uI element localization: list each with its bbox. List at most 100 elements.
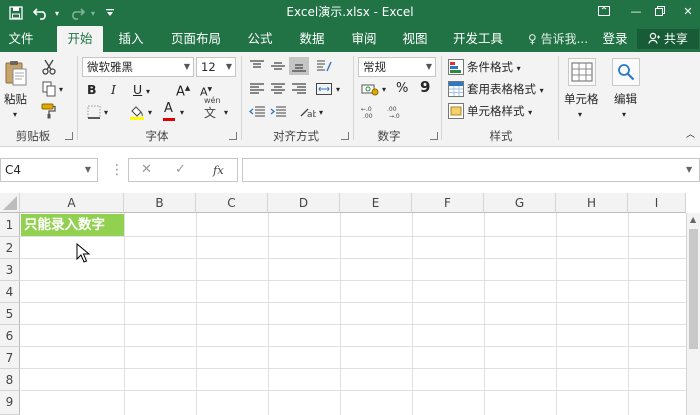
column-header-f[interactable]: F (412, 193, 484, 213)
comma-style-button[interactable]: 9 (420, 78, 430, 96)
row-header-3[interactable]: 3 (0, 259, 20, 281)
undo-dropdown-icon[interactable]: ▾ (52, 0, 62, 26)
conditional-format-button[interactable]: 条件格式 ▾ (467, 58, 521, 78)
column-header-c[interactable]: C (196, 193, 268, 213)
row-header-4[interactable]: 4 (0, 281, 20, 303)
save-icon[interactable] (6, 0, 26, 26)
accounting-dropdown-icon[interactable]: ▾ (382, 81, 386, 99)
font-dialog-launcher[interactable] (229, 132, 237, 140)
row-header-8[interactable]: 8 (0, 369, 20, 391)
formula-input[interactable] (242, 158, 700, 182)
decrease-indent-icon[interactable] (247, 103, 267, 121)
column-header-h[interactable]: H (556, 193, 628, 213)
column-header-g[interactable]: G (484, 193, 556, 213)
italic-button[interactable]: I (111, 81, 116, 99)
maximize-icon[interactable] (648, 0, 672, 22)
confirm-entry-button[interactable]: ✓ (175, 161, 186, 179)
cut-icon[interactable] (40, 58, 58, 76)
row-header-5[interactable]: 5 (0, 303, 20, 325)
expand-formula-bar-icon[interactable]: ▼ (686, 161, 692, 179)
align-right-icon[interactable] (289, 80, 309, 98)
grow-font-button[interactable]: A▲ (176, 79, 190, 101)
increase-indent-icon[interactable] (268, 103, 288, 121)
borders-icon[interactable] (86, 104, 102, 120)
align-bottom-icon[interactable] (289, 57, 309, 75)
redo-dropdown-icon[interactable]: ▾ (88, 0, 98, 26)
format-as-table-button[interactable]: 套用表格格式 ▾ (467, 80, 544, 100)
cell-a1[interactable]: 只能录入数字 (21, 214, 124, 236)
column-header-d[interactable]: D (268, 193, 340, 213)
paste-icon[interactable] (4, 58, 28, 88)
number-format-combo[interactable]: 常规 ▼ (358, 57, 436, 77)
cell-styles-icon[interactable] (447, 102, 465, 120)
align-left-icon[interactable] (247, 80, 267, 98)
column-header-b[interactable]: B (124, 193, 196, 213)
search-icon[interactable] (612, 58, 640, 86)
row-header-2[interactable]: 2 (0, 237, 20, 259)
alignment-dialog-launcher[interactable] (341, 132, 349, 140)
select-all-button[interactable] (0, 193, 20, 213)
accounting-format-icon[interactable] (360, 80, 380, 98)
cells-dropdown-icon[interactable]: ▾ (578, 106, 582, 124)
font-color-button[interactable]: A (164, 100, 173, 118)
underline-dropdown-icon[interactable]: ▾ (146, 83, 150, 101)
undo-icon[interactable] (30, 0, 52, 26)
underline-button[interactable]: U (133, 81, 142, 99)
font-name-combo[interactable]: 微软雅黑 ▼ (82, 57, 194, 77)
tab-insert[interactable]: 插入 (108, 26, 154, 52)
tab-formulas[interactable]: 公式 (238, 26, 282, 52)
tell-me-box[interactable]: ♀ 告诉我... (528, 26, 588, 52)
clipboard-dialog-launcher[interactable] (65, 132, 73, 140)
tab-data[interactable]: 数据 (290, 26, 334, 52)
redo-icon[interactable] (66, 0, 88, 26)
more-options-icon[interactable]: ⋮ (110, 161, 124, 179)
scrollbar-thumb[interactable] (689, 229, 698, 349)
phonetic-guide-button[interactable]: wén 文 (204, 96, 221, 120)
wrap-text-icon[interactable]: ab (298, 103, 318, 121)
font-size-combo[interactable]: 12 ▼ (196, 57, 236, 77)
column-header-e[interactable]: E (340, 193, 412, 213)
scroll-up-icon[interactable]: ▲ (690, 211, 696, 229)
ribbon-display-options-icon[interactable] (592, 0, 616, 22)
paste-dropdown-icon[interactable]: ▾ (13, 106, 17, 124)
cells-icon[interactable] (568, 58, 596, 86)
worksheet-grid[interactable]: A B C D E F G H I 1 2 3 4 5 6 7 8 9 只能录入… (0, 193, 700, 415)
row-header-7[interactable]: 7 (0, 347, 20, 369)
tab-review[interactable]: 审阅 (342, 26, 386, 52)
row-header-9[interactable]: 9 (0, 391, 20, 415)
vertical-scrollbar[interactable]: ▲ (686, 213, 700, 415)
align-top-icon[interactable] (247, 57, 267, 75)
align-middle-icon[interactable] (268, 57, 288, 75)
conditional-format-icon[interactable] (447, 58, 465, 76)
tab-file[interactable]: 文件 (0, 26, 42, 52)
merge-center-icon[interactable] (314, 80, 334, 98)
increase-decimal-icon[interactable]: ←.0.00 (360, 103, 382, 121)
tab-developer[interactable]: 开发工具 (446, 26, 510, 52)
fill-color-icon[interactable] (128, 103, 146, 121)
column-header-i[interactable]: I (628, 193, 686, 213)
name-box[interactable]: C4 ▼ (0, 158, 98, 182)
customize-toolbar-icon[interactable] (104, 0, 116, 26)
fill-color-dropdown-icon[interactable]: ▾ (148, 104, 152, 122)
copy-dropdown-icon[interactable]: ▾ (59, 81, 63, 99)
align-center-icon[interactable] (268, 80, 288, 98)
collapse-ribbon-icon[interactable]: ︿ (686, 126, 695, 144)
close-button[interactable]: ✕ (676, 0, 700, 22)
tab-home[interactable]: 开始 (57, 26, 103, 52)
percent-button[interactable]: % (396, 80, 408, 98)
bold-button[interactable]: B (87, 81, 97, 99)
row-header-1[interactable]: 1 (0, 213, 20, 237)
insert-function-button[interactable]: fx (213, 161, 224, 179)
wrap-dropdown-icon[interactable]: ▾ (319, 104, 323, 122)
edit-dropdown-icon[interactable]: ▾ (622, 106, 626, 124)
share-button[interactable]: 共享 (637, 29, 699, 49)
sign-in-link[interactable]: 登录 (598, 26, 632, 52)
phonetic-dropdown-icon[interactable]: ▾ (224, 104, 228, 122)
borders-dropdown-icon[interactable]: ▾ (104, 104, 108, 122)
cancel-entry-button[interactable]: ✕ (141, 161, 152, 179)
copy-icon[interactable] (40, 80, 58, 98)
merge-dropdown-icon[interactable]: ▾ (336, 81, 340, 99)
decrease-decimal-icon[interactable]: .00 →.0 (386, 103, 408, 121)
minimize-button[interactable]: — (624, 0, 648, 22)
row-header-6[interactable]: 6 (0, 325, 20, 347)
